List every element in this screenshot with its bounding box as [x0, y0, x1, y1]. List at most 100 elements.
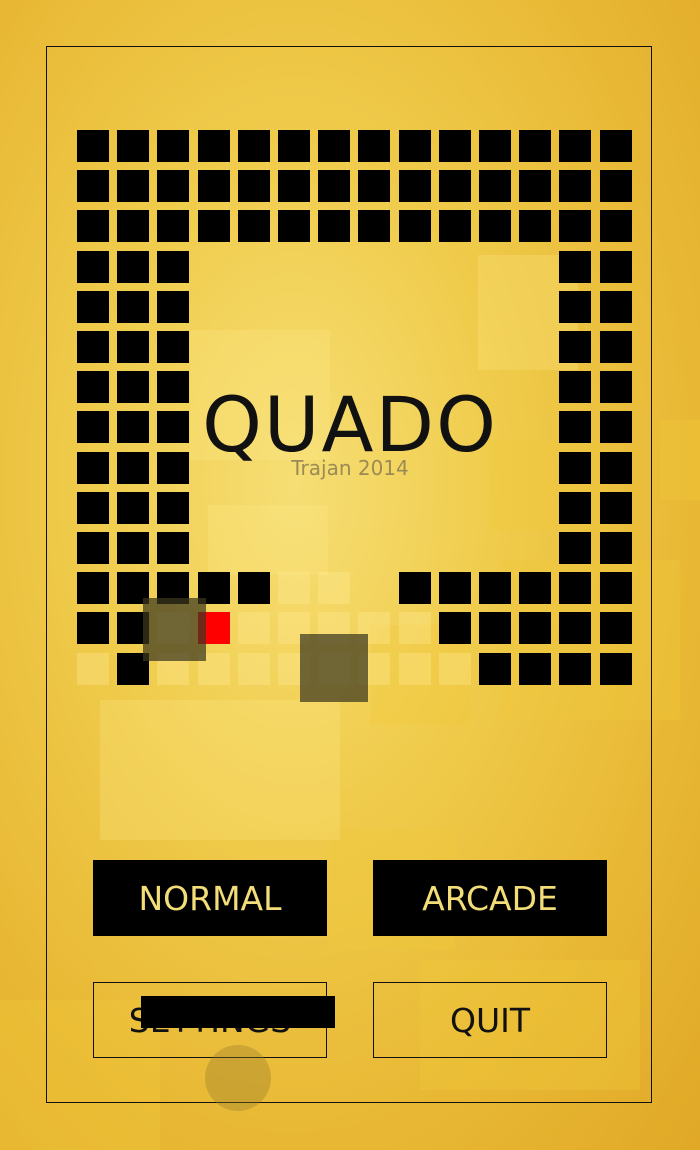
wall-block: [278, 170, 310, 202]
wall-block: [77, 371, 109, 403]
wall-block: [559, 452, 591, 484]
shadow-square: [143, 598, 206, 661]
ghost-block: [278, 572, 310, 604]
wall-block: [559, 411, 591, 443]
wall-block: [519, 130, 551, 162]
wall-block: [117, 492, 149, 524]
wall-block: [77, 572, 109, 604]
wall-block: [559, 291, 591, 323]
wall-block: [439, 612, 471, 644]
wall-block: [157, 130, 189, 162]
wall-block: [399, 210, 431, 242]
wall-block: [600, 532, 632, 564]
wall-block: [278, 130, 310, 162]
wall-block: [117, 331, 149, 363]
wall-block: [77, 331, 109, 363]
wall-block: [559, 653, 591, 685]
wall-block: [278, 210, 310, 242]
wall-block: [157, 492, 189, 524]
wall-block: [600, 130, 632, 162]
wall-block: [559, 371, 591, 403]
wall-block: [519, 170, 551, 202]
ghost-block: [238, 612, 270, 644]
wall-block: [358, 130, 390, 162]
wall-block: [318, 170, 350, 202]
wall-block: [77, 612, 109, 644]
quit-button[interactable]: QUIT: [373, 982, 607, 1058]
wall-block: [559, 331, 591, 363]
wall-block: [157, 210, 189, 242]
wall-block: [600, 251, 632, 283]
wall-block: [77, 532, 109, 564]
wall-block: [157, 532, 189, 564]
wall-block: [77, 251, 109, 283]
wall-block: [559, 210, 591, 242]
wall-block: [77, 170, 109, 202]
wall-block: [157, 331, 189, 363]
game-board: [0, 0, 700, 1150]
wall-block: [559, 532, 591, 564]
wall-block: [157, 291, 189, 323]
ghost-block: [77, 653, 109, 685]
wall-block: [600, 371, 632, 403]
wall-block: [519, 653, 551, 685]
wall-block: [479, 170, 511, 202]
touch-indicator: [205, 1045, 271, 1111]
wall-block: [77, 411, 109, 443]
wall-block: [238, 210, 270, 242]
ghost-block: [318, 572, 350, 604]
wall-block: [399, 130, 431, 162]
wall-block: [198, 130, 230, 162]
wall-block: [198, 170, 230, 202]
wall-block: [358, 170, 390, 202]
wall-block: [77, 452, 109, 484]
wall-block: [117, 371, 149, 403]
redaction-bar: [141, 996, 335, 1028]
normal-button[interactable]: NORMAL: [93, 860, 327, 936]
wall-block: [479, 130, 511, 162]
wall-block: [600, 452, 632, 484]
wall-block: [238, 572, 270, 604]
wall-block: [117, 291, 149, 323]
wall-block: [77, 210, 109, 242]
wall-block: [77, 130, 109, 162]
game-subtitle: Trajan 2014: [291, 456, 409, 480]
ghost-block: [439, 653, 471, 685]
wall-block: [479, 653, 511, 685]
wall-block: [519, 572, 551, 604]
wall-block: [318, 130, 350, 162]
wall-block: [559, 612, 591, 644]
arcade-button[interactable]: ARCADE: [373, 860, 607, 936]
wall-block: [600, 210, 632, 242]
wall-block: [559, 492, 591, 524]
wall-block: [77, 291, 109, 323]
wall-block: [399, 170, 431, 202]
wall-block: [600, 411, 632, 443]
wall-block: [600, 572, 632, 604]
wall-block: [600, 612, 632, 644]
wall-block: [600, 331, 632, 363]
shadow-square: [300, 634, 368, 702]
wall-block: [77, 492, 109, 524]
wall-block: [600, 492, 632, 524]
wall-block: [600, 291, 632, 323]
wall-block: [238, 130, 270, 162]
wall-block: [559, 170, 591, 202]
wall-block: [439, 572, 471, 604]
wall-block: [117, 452, 149, 484]
wall-block: [117, 170, 149, 202]
wall-block: [600, 653, 632, 685]
wall-block: [519, 210, 551, 242]
wall-block: [117, 411, 149, 443]
ghost-block: [399, 653, 431, 685]
ghost-block: [399, 612, 431, 644]
wall-block: [479, 612, 511, 644]
wall-block: [559, 251, 591, 283]
ghost-block: [238, 653, 270, 685]
wall-block: [157, 170, 189, 202]
wall-block: [600, 170, 632, 202]
wall-block: [238, 170, 270, 202]
wall-block: [157, 251, 189, 283]
wall-block: [439, 210, 471, 242]
wall-block: [559, 572, 591, 604]
